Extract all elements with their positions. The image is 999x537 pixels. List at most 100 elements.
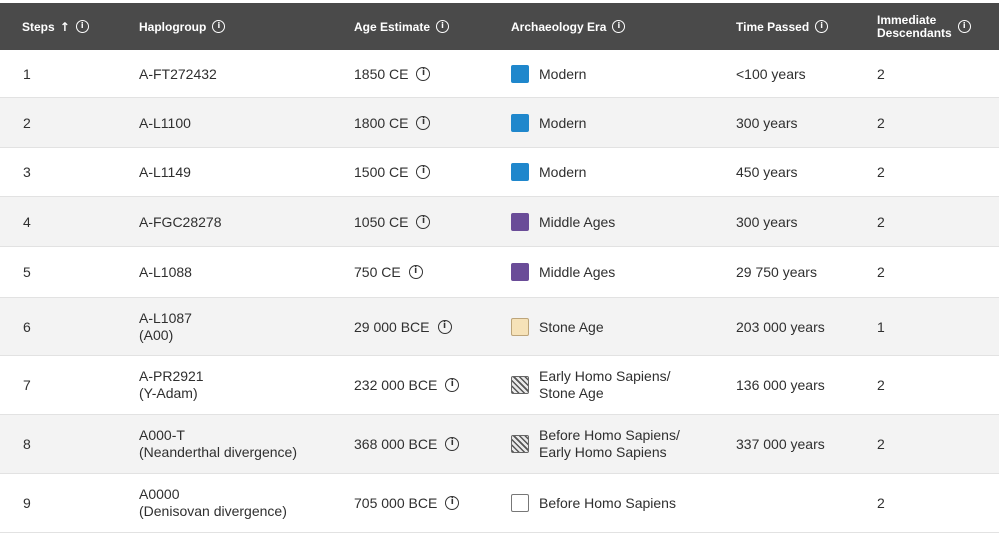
info-icon[interactable]: i bbox=[612, 20, 626, 33]
cell-haplogroup: A-PR2921 (Y-Adam) bbox=[139, 356, 204, 414]
step-number: 9 bbox=[23, 495, 31, 511]
table-row[interactable]: 9 A0000 (Denisovan divergence) 705 000 BCE i… bbox=[0, 474, 999, 533]
haplogroup-name: A-PR2921 bbox=[139, 368, 204, 384]
age-estimate: 705 000 BCE bbox=[354, 495, 438, 511]
era-color-swatch bbox=[511, 64, 529, 83]
cell-haplogroup: A-FGC28278 bbox=[139, 197, 221, 246]
column-header-haplogroup[interactable]: Haplogroup i bbox=[139, 3, 226, 50]
cell-immediate-descendants: 2 bbox=[877, 50, 885, 97]
era-color-swatch bbox=[511, 376, 529, 394]
time-passed: <100 years bbox=[736, 65, 806, 82]
step-number: 4 bbox=[23, 213, 31, 230]
table-row[interactable]: 4 A-FGC28278 1050 CE i Middle Ages 300 years 2 bbox=[0, 197, 999, 247]
era-color-swatch bbox=[511, 263, 529, 281]
haplogroup-alias: (Y-Adam) bbox=[139, 385, 198, 401]
time-passed: 203 000 years bbox=[736, 318, 825, 335]
age-estimate: 1500 CE bbox=[354, 164, 409, 180]
table-row[interactable]: 1 A-FT272432 1850 CE i Modern <100 years 2 bbox=[0, 50, 999, 98]
descendants-count: 1 bbox=[877, 318, 885, 335]
column-header-time-passed[interactable]: Time Passed i bbox=[736, 3, 829, 50]
info-icon[interactable]: i bbox=[445, 378, 460, 392]
table-header: Steps ↑ i Haplogroup i Age Estimate i Ar… bbox=[0, 3, 999, 50]
cell-haplogroup: A-FT272432 bbox=[139, 50, 217, 97]
info-icon[interactable]: i bbox=[416, 115, 431, 130]
column-header-immediate-descendants-label: Immediate Descendants bbox=[877, 12, 952, 40]
info-icon[interactable]: i bbox=[416, 165, 431, 179]
table-row[interactable]: 2 A-L1100 1800 CE i Modern 300 years 2 bbox=[0, 98, 999, 148]
step-number: 8 bbox=[23, 436, 31, 452]
table-row[interactable]: 6 A-L1087 (A00) 29 000 BCE i Stone Age 203 000… bbox=[0, 298, 999, 356]
info-icon[interactable]: i bbox=[436, 20, 450, 33]
step-number: 7 bbox=[23, 377, 31, 393]
info-icon[interactable]: i bbox=[75, 20, 89, 33]
cell-age-estimate: 1050 CE i bbox=[354, 197, 431, 246]
era-label-line2: Early Homo Sapiens bbox=[539, 444, 667, 460]
time-passed: 136 000 years bbox=[736, 377, 825, 393]
haplogroup-name: A0000 bbox=[139, 486, 180, 502]
cell-immediate-descendants: 2 bbox=[877, 356, 885, 414]
descendants-count: 2 bbox=[877, 377, 885, 393]
column-header-archaeology-era-label: Archaeology Era bbox=[511, 19, 607, 34]
info-icon[interactable]: i bbox=[815, 20, 829, 33]
sort-ascending-icon[interactable]: ↑ bbox=[60, 20, 70, 34]
cell-step: 2 bbox=[23, 98, 31, 147]
info-icon[interactable]: i bbox=[445, 496, 460, 510]
step-number: 2 bbox=[23, 114, 31, 131]
haplogroup-name: A-L1149 bbox=[139, 164, 191, 180]
info-icon[interactable]: i bbox=[416, 214, 431, 229]
cell-haplogroup: A-L1088 bbox=[139, 247, 192, 297]
descendants-count: 2 bbox=[877, 213, 885, 230]
cell-haplogroup: A000-T (Neanderthal divergence) bbox=[139, 415, 297, 473]
era-color-swatch bbox=[511, 113, 529, 132]
era-label-line2: Stone Age bbox=[539, 385, 604, 401]
cell-time-passed: 203 000 years bbox=[736, 298, 825, 355]
column-header-haplogroup-label: Haplogroup bbox=[139, 19, 207, 34]
table-row[interactable]: 3 A-L1149 1500 CE i Modern 450 years 2 bbox=[0, 148, 999, 197]
cell-immediate-descendants: 1 bbox=[877, 298, 885, 355]
era-color-swatch bbox=[511, 317, 529, 336]
cell-time-passed: 29 750 years bbox=[736, 247, 817, 297]
cell-step: 9 bbox=[23, 474, 31, 532]
info-icon[interactable]: i bbox=[957, 20, 971, 33]
column-header-descendants-line1: Immediate bbox=[877, 12, 937, 27]
haplogroup-name: A-FGC28278 bbox=[139, 213, 222, 230]
info-icon[interactable]: i bbox=[416, 66, 431, 81]
info-icon[interactable]: i bbox=[212, 20, 226, 33]
step-number: 1 bbox=[23, 65, 31, 82]
cell-time-passed: 300 years bbox=[736, 197, 797, 246]
cell-time-passed: 450 years bbox=[736, 148, 797, 196]
haplogroup-name: A-L1100 bbox=[139, 114, 191, 131]
time-passed: 337 000 years bbox=[736, 436, 825, 452]
haplogroup-name: A000-T bbox=[139, 427, 185, 443]
info-icon[interactable]: i bbox=[445, 437, 460, 451]
cell-time-passed: <100 years bbox=[736, 50, 806, 97]
table-row[interactable]: 7 A-PR2921 (Y-Adam) 232 000 BCE i Early Homo … bbox=[0, 356, 999, 415]
era-color-swatch bbox=[511, 435, 529, 453]
table-row[interactable]: 5 A-L1088 750 CE i Middle Ages 29 750 years 2 bbox=[0, 247, 999, 298]
cell-archaeology-era: Middle Ages bbox=[511, 197, 615, 246]
cell-age-estimate: 1800 CE i bbox=[354, 98, 431, 147]
time-passed: 300 years bbox=[736, 213, 798, 230]
cell-immediate-descendants: 2 bbox=[877, 197, 885, 246]
info-icon[interactable]: i bbox=[437, 319, 452, 334]
column-header-archaeology-era[interactable]: Archaeology Era i bbox=[511, 3, 626, 50]
cell-immediate-descendants: 2 bbox=[877, 474, 885, 532]
column-header-steps[interactable]: Steps ↑ i bbox=[22, 3, 89, 50]
cell-step: 4 bbox=[23, 197, 31, 246]
column-header-immediate-descendants[interactable]: Immediate Descendants i bbox=[877, 3, 971, 50]
cell-haplogroup: A-L1149 bbox=[139, 148, 191, 196]
table-row[interactable]: 8 A000-T (Neanderthal divergence) 368 000 B… bbox=[0, 415, 999, 474]
cell-step: 1 bbox=[23, 50, 31, 97]
step-number: 6 bbox=[23, 318, 31, 335]
cell-time-passed: 337 000 years bbox=[736, 415, 825, 473]
era-label: Modern bbox=[539, 65, 587, 82]
era-label: Early Homo Sapiens/ bbox=[539, 368, 671, 384]
cell-step: 8 bbox=[23, 415, 31, 473]
info-icon[interactable]: i bbox=[408, 265, 423, 279]
cell-haplogroup: A-L1087 (A00) bbox=[139, 298, 192, 355]
column-header-age-estimate[interactable]: Age Estimate i bbox=[354, 3, 450, 50]
descendants-count: 2 bbox=[877, 495, 885, 511]
step-number: 3 bbox=[23, 164, 31, 180]
age-estimate: 1800 CE bbox=[354, 114, 409, 131]
age-estimate: 368 000 BCE bbox=[354, 436, 438, 452]
